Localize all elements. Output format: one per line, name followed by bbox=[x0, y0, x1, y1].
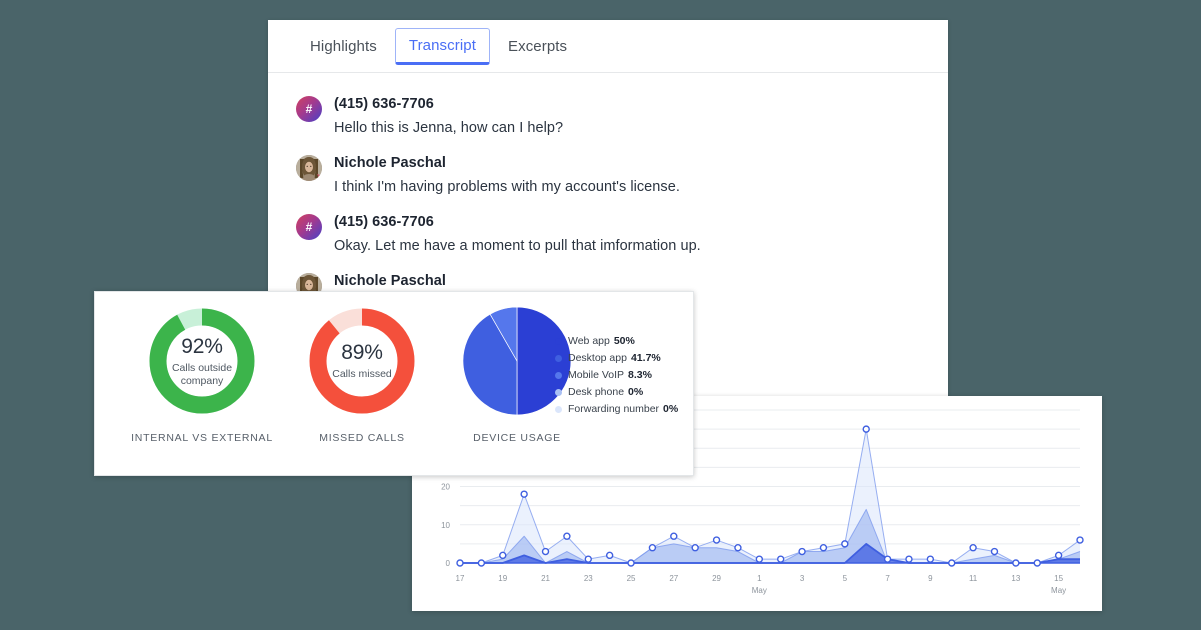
legend-item: Mobile VoIP 8.3% bbox=[555, 368, 678, 383]
legend-label: Mobile VoIP bbox=[568, 369, 625, 381]
x-axis-tick-label: 25 bbox=[627, 574, 636, 583]
x-axis-tick-label: 5 bbox=[843, 574, 848, 583]
chart-point-marker[interactable] bbox=[670, 532, 678, 540]
x-axis-tick-label: 11 bbox=[969, 574, 978, 583]
chart-point-marker[interactable] bbox=[456, 559, 464, 567]
stats-panel: 92% Calls outside company INTERNAL VS EX… bbox=[94, 291, 694, 476]
hash-avatar: # bbox=[296, 214, 322, 240]
chart-point-marker[interactable] bbox=[563, 532, 571, 540]
legend-dot-icon bbox=[555, 338, 562, 345]
legend-dot-icon bbox=[555, 406, 562, 413]
chart-point-marker[interactable] bbox=[1054, 551, 1063, 560]
tab-transcript[interactable]: Transcript bbox=[394, 27, 490, 65]
message-sender: Nichole Paschal bbox=[334, 273, 446, 289]
legend-item: Desk phone 0% bbox=[555, 385, 678, 400]
stat-title: INTERNAL VS EXTERNAL bbox=[131, 432, 273, 444]
chart-point-marker[interactable] bbox=[990, 547, 999, 556]
chart-point-marker[interactable] bbox=[798, 547, 806, 556]
message-text: Hello this is Jenna, how can I help? bbox=[334, 120, 564, 136]
legend-label: Forwarding number bbox=[568, 403, 660, 415]
legend-label: Desk phone bbox=[568, 386, 625, 398]
message-sender: Nichole Paschal bbox=[334, 155, 446, 171]
message-text: Okay. Let me have a moment to pull that … bbox=[334, 238, 701, 254]
legend-value: 0% bbox=[628, 386, 644, 398]
message-item: # (415) 636-7706 Hello this is Jenna, ho… bbox=[268, 87, 948, 146]
chart-point-marker[interactable] bbox=[905, 555, 913, 563]
chart-point-marker[interactable] bbox=[969, 543, 977, 552]
legend-value: 0% bbox=[663, 403, 679, 415]
x-axis-tick-label: 17 bbox=[456, 574, 465, 583]
legend-dot-icon bbox=[555, 355, 562, 362]
y-axis-tick-label: 10 bbox=[441, 521, 450, 530]
message-item: # (415) 636-7706 Okay. Let me have a mom… bbox=[268, 205, 948, 264]
legend-value: 8.3% bbox=[628, 369, 652, 381]
chart-point-marker[interactable] bbox=[1012, 559, 1020, 567]
legend-item: Web app 50% bbox=[555, 334, 678, 349]
x-axis-tick-label: 21 bbox=[541, 574, 550, 583]
chart-point-marker[interactable] bbox=[605, 551, 614, 560]
legend-label: Desktop app bbox=[568, 352, 627, 364]
photo-avatar bbox=[296, 155, 322, 181]
x-axis-month-label: May bbox=[1051, 586, 1066, 595]
chart-point-marker[interactable] bbox=[712, 536, 721, 544]
message-sender: (415) 636-7706 bbox=[334, 96, 434, 112]
chart-point-marker[interactable] bbox=[926, 555, 935, 563]
x-axis-tick-label: 15 bbox=[1054, 574, 1063, 583]
chart-point-marker[interactable] bbox=[584, 555, 592, 563]
x-axis-tick-label: 9 bbox=[928, 574, 933, 583]
chart-point-marker[interactable] bbox=[477, 559, 486, 567]
x-axis-tick-label: 3 bbox=[800, 574, 805, 583]
chart-point-marker[interactable] bbox=[691, 543, 699, 552]
chart-point-marker[interactable] bbox=[776, 555, 785, 563]
y-axis-tick-label: 0 bbox=[446, 559, 451, 568]
legend-value: 50% bbox=[613, 335, 635, 347]
tab-excerpts[interactable]: Excerpts bbox=[494, 29, 581, 64]
chart-point-marker[interactable] bbox=[520, 490, 528, 498]
chart-point-marker[interactable] bbox=[648, 543, 657, 552]
donut-chart-internal-external: 92% Calls outside company bbox=[147, 306, 257, 416]
legend-dot-icon bbox=[555, 389, 562, 396]
tab-bar: Highlights Transcript Excerpts bbox=[268, 20, 948, 73]
x-axis-tick-label: 29 bbox=[712, 574, 721, 583]
chart-point-marker[interactable] bbox=[734, 543, 742, 552]
legend-item: Forwarding number 0% bbox=[555, 402, 678, 417]
stat-title: DEVICE USAGE bbox=[473, 432, 561, 444]
chart-point-marker[interactable] bbox=[1033, 559, 1041, 567]
x-axis-tick-label: 19 bbox=[498, 574, 507, 583]
chart-point-marker[interactable] bbox=[1076, 536, 1084, 544]
chart-point-marker[interactable] bbox=[541, 547, 550, 556]
chart-point-marker[interactable] bbox=[819, 543, 828, 552]
device-usage-legend: Web app 50% Desktop app 41.7% Mobile VoI… bbox=[555, 334, 678, 417]
chart-point-marker[interactable] bbox=[948, 559, 956, 567]
x-axis-tick-label: 27 bbox=[669, 574, 678, 583]
stat-missed-calls: 89% Calls missed MISSED CALLS bbox=[287, 306, 437, 475]
legend-item: Desktop app 41.7% bbox=[555, 351, 678, 366]
legend-dot-icon bbox=[555, 372, 562, 379]
message-list: # (415) 636-7706 Hello this is Jenna, ho… bbox=[268, 73, 948, 323]
tab-highlights[interactable]: Highlights bbox=[296, 29, 391, 64]
chart-point-marker[interactable] bbox=[755, 555, 764, 563]
chart-point-marker[interactable] bbox=[862, 425, 870, 433]
y-axis-tick-label: 20 bbox=[441, 483, 450, 492]
message-text: I think I'm having problems with my acco… bbox=[334, 179, 680, 195]
x-axis-tick-label: 13 bbox=[1011, 574, 1020, 583]
chart-point-marker[interactable] bbox=[627, 559, 635, 567]
stat-title: MISSED CALLS bbox=[319, 432, 405, 444]
message-item: Nichole Paschal I think I'm having probl… bbox=[268, 146, 948, 205]
legend-label: Web app bbox=[568, 335, 610, 347]
legend-value: 41.7% bbox=[630, 352, 661, 364]
chart-point-marker[interactable] bbox=[499, 551, 507, 560]
x-axis-tick-label: 7 bbox=[885, 574, 890, 583]
donut-chart-missed-calls: 89% Calls missed bbox=[307, 306, 417, 416]
chart-point-marker[interactable] bbox=[841, 540, 849, 548]
x-axis-tick-label: 23 bbox=[584, 574, 593, 583]
chart-point-marker[interactable] bbox=[883, 555, 892, 563]
message-sender: (415) 636-7706 bbox=[334, 214, 434, 230]
stat-internal-vs-external: 92% Calls outside company INTERNAL VS EX… bbox=[127, 306, 277, 475]
x-axis-month-label: May bbox=[752, 586, 767, 595]
x-axis-tick-label: 1 bbox=[757, 574, 762, 583]
hash-avatar: # bbox=[296, 96, 322, 122]
